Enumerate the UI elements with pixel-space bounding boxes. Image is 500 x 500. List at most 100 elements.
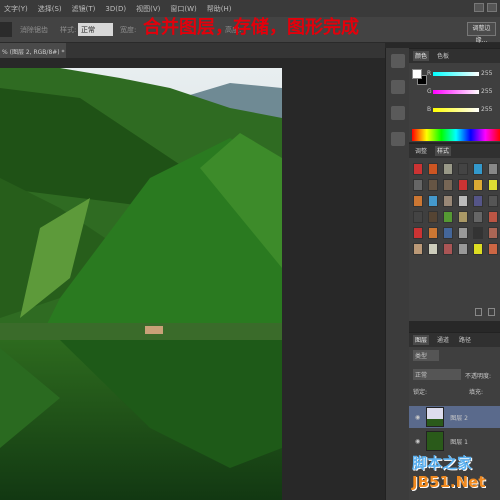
style-swatch[interactable] [413, 195, 423, 207]
document-tabbar: % (图层 2, RGB/8#) * [0, 43, 385, 58]
style-swatch[interactable] [488, 179, 498, 191]
layer-filter-select[interactable]: 类型 [413, 350, 439, 361]
visibility-eye-icon[interactable]: ◉ [415, 414, 420, 421]
style-swatch[interactable] [443, 163, 453, 175]
antialias-checkbox[interactable]: 消除锯齿 [20, 25, 48, 35]
style-label: 样式: [60, 26, 77, 34]
style-swatch[interactable] [443, 179, 453, 191]
menu-help[interactable]: 帮助(H) [207, 4, 232, 14]
properties-icon[interactable] [390, 80, 405, 94]
style-swatch[interactable] [473, 179, 483, 191]
style-swatch[interactable] [473, 163, 483, 175]
character-icon[interactable] [390, 106, 405, 120]
style-swatch[interactable] [458, 163, 468, 175]
menu-type[interactable]: 文字(Y) [4, 4, 28, 14]
watermark-line1: 脚本之家 [412, 454, 473, 472]
fill-label: 填充: [469, 389, 484, 396]
menu-select[interactable]: 选择(S) [38, 4, 62, 14]
style-swatch[interactable] [443, 211, 453, 223]
style-swatch[interactable] [458, 243, 468, 255]
tab-paths[interactable]: 路径 [457, 335, 473, 345]
paragraph-icon[interactable] [390, 132, 405, 146]
style-swatch[interactable] [443, 227, 453, 239]
style-swatch[interactable] [488, 227, 498, 239]
width-label: 宽度: [120, 26, 137, 34]
style-swatch[interactable] [413, 227, 423, 239]
tab-adjustments[interactable]: 调整 [413, 146, 429, 156]
style-swatch[interactable] [488, 163, 498, 175]
foreground-color[interactable] [412, 69, 422, 79]
channel-b-slider[interactable] [433, 108, 479, 112]
style-swatch[interactable] [428, 163, 438, 175]
styles-grid [409, 158, 500, 260]
style-swatch[interactable] [488, 211, 498, 223]
panel-icon-column [385, 48, 409, 500]
channel-g-slider[interactable] [433, 90, 479, 94]
channel-b-label: B [427, 106, 432, 113]
image-canvas[interactable] [0, 68, 282, 500]
visibility-eye-icon[interactable]: ◉ [415, 438, 420, 445]
style-swatch[interactable] [413, 243, 423, 255]
tab-color[interactable]: 颜色 [413, 51, 430, 61]
new-style-icon[interactable] [475, 308, 482, 316]
style-swatch[interactable] [428, 211, 438, 223]
style-swatch[interactable] [443, 243, 453, 255]
channel-r-label: R [427, 70, 432, 77]
styles-panel: 调整 样式 [409, 143, 500, 321]
history-icon[interactable] [390, 54, 405, 68]
style-swatch[interactable] [413, 163, 423, 175]
lock-label: 锁定: [413, 389, 428, 396]
menu-view[interactable]: 视图(V) [136, 4, 160, 14]
style-swatch[interactable] [488, 243, 498, 255]
channel-g-value[interactable]: 255 [481, 88, 492, 95]
document-tab[interactable]: % (图层 2, RGB/8#) * [0, 43, 66, 58]
style-swatch[interactable] [458, 195, 468, 207]
layer-row[interactable]: ◉ 图层 2 [409, 406, 500, 428]
layer-name[interactable]: 图层 2 [450, 413, 468, 422]
layer-thumbnail [426, 431, 445, 451]
tool-preset-picker[interactable] [0, 22, 12, 37]
channel-r-value[interactable]: 255 [481, 70, 492, 77]
style-swatch[interactable] [473, 195, 483, 207]
menu-3d[interactable]: 3D(D) [105, 5, 126, 13]
style-swatch[interactable] [428, 227, 438, 239]
blend-mode-select[interactable]: 正常 [413, 369, 461, 380]
style-swatch[interactable] [473, 227, 483, 239]
color-panel: 颜色 色板 R 255 G 255 B 255 [409, 48, 500, 142]
style-swatch[interactable] [458, 211, 468, 223]
style-swatch[interactable] [443, 195, 453, 207]
layer-thumbnail [426, 407, 445, 427]
style-swatch[interactable] [413, 179, 423, 191]
style-select[interactable]: 正常 [78, 23, 113, 36]
style-swatch[interactable] [413, 211, 423, 223]
menu-filter[interactable]: 滤镜(T) [72, 4, 96, 14]
menu-window[interactable]: 窗口(W) [170, 4, 196, 14]
style-swatch[interactable] [428, 243, 438, 255]
channel-b-value[interactable]: 255 [481, 106, 492, 113]
annotation-text: 合并图层，存储，图形完成 [143, 17, 359, 38]
layer-name[interactable]: 图层 1 [450, 437, 468, 446]
opacity-label: 不透明度: [465, 373, 492, 380]
trash-icon[interactable] [488, 308, 495, 316]
channel-r-slider[interactable] [433, 72, 479, 76]
tab-channels[interactable]: 通道 [435, 335, 451, 345]
tab-swatches[interactable]: 色板 [435, 51, 451, 61]
channel-g-label: G [427, 88, 432, 95]
style-swatch[interactable] [488, 195, 498, 207]
style-swatch[interactable] [473, 243, 483, 255]
style-swatch[interactable] [458, 179, 468, 191]
tab-styles[interactable]: 样式 [435, 146, 452, 156]
watermark-line2: JB51.Net [412, 473, 486, 491]
style-swatch[interactable] [473, 211, 483, 223]
layer-row[interactable]: ◉ 图层 1 [409, 430, 500, 452]
refine-edge-button[interactable]: 调整边缘... [467, 22, 496, 44]
landscape-image [0, 68, 282, 500]
color-spectrum[interactable] [412, 129, 500, 141]
style-swatch[interactable] [428, 179, 438, 191]
style-swatch[interactable] [458, 227, 468, 239]
minimize-button[interactable] [474, 3, 484, 12]
restore-button[interactable] [487, 3, 497, 12]
style-swatch[interactable] [428, 195, 438, 207]
watermark-logo: 脚本之家 JB51.Net [412, 452, 485, 491]
tab-layers[interactable]: 图层 [413, 335, 430, 345]
